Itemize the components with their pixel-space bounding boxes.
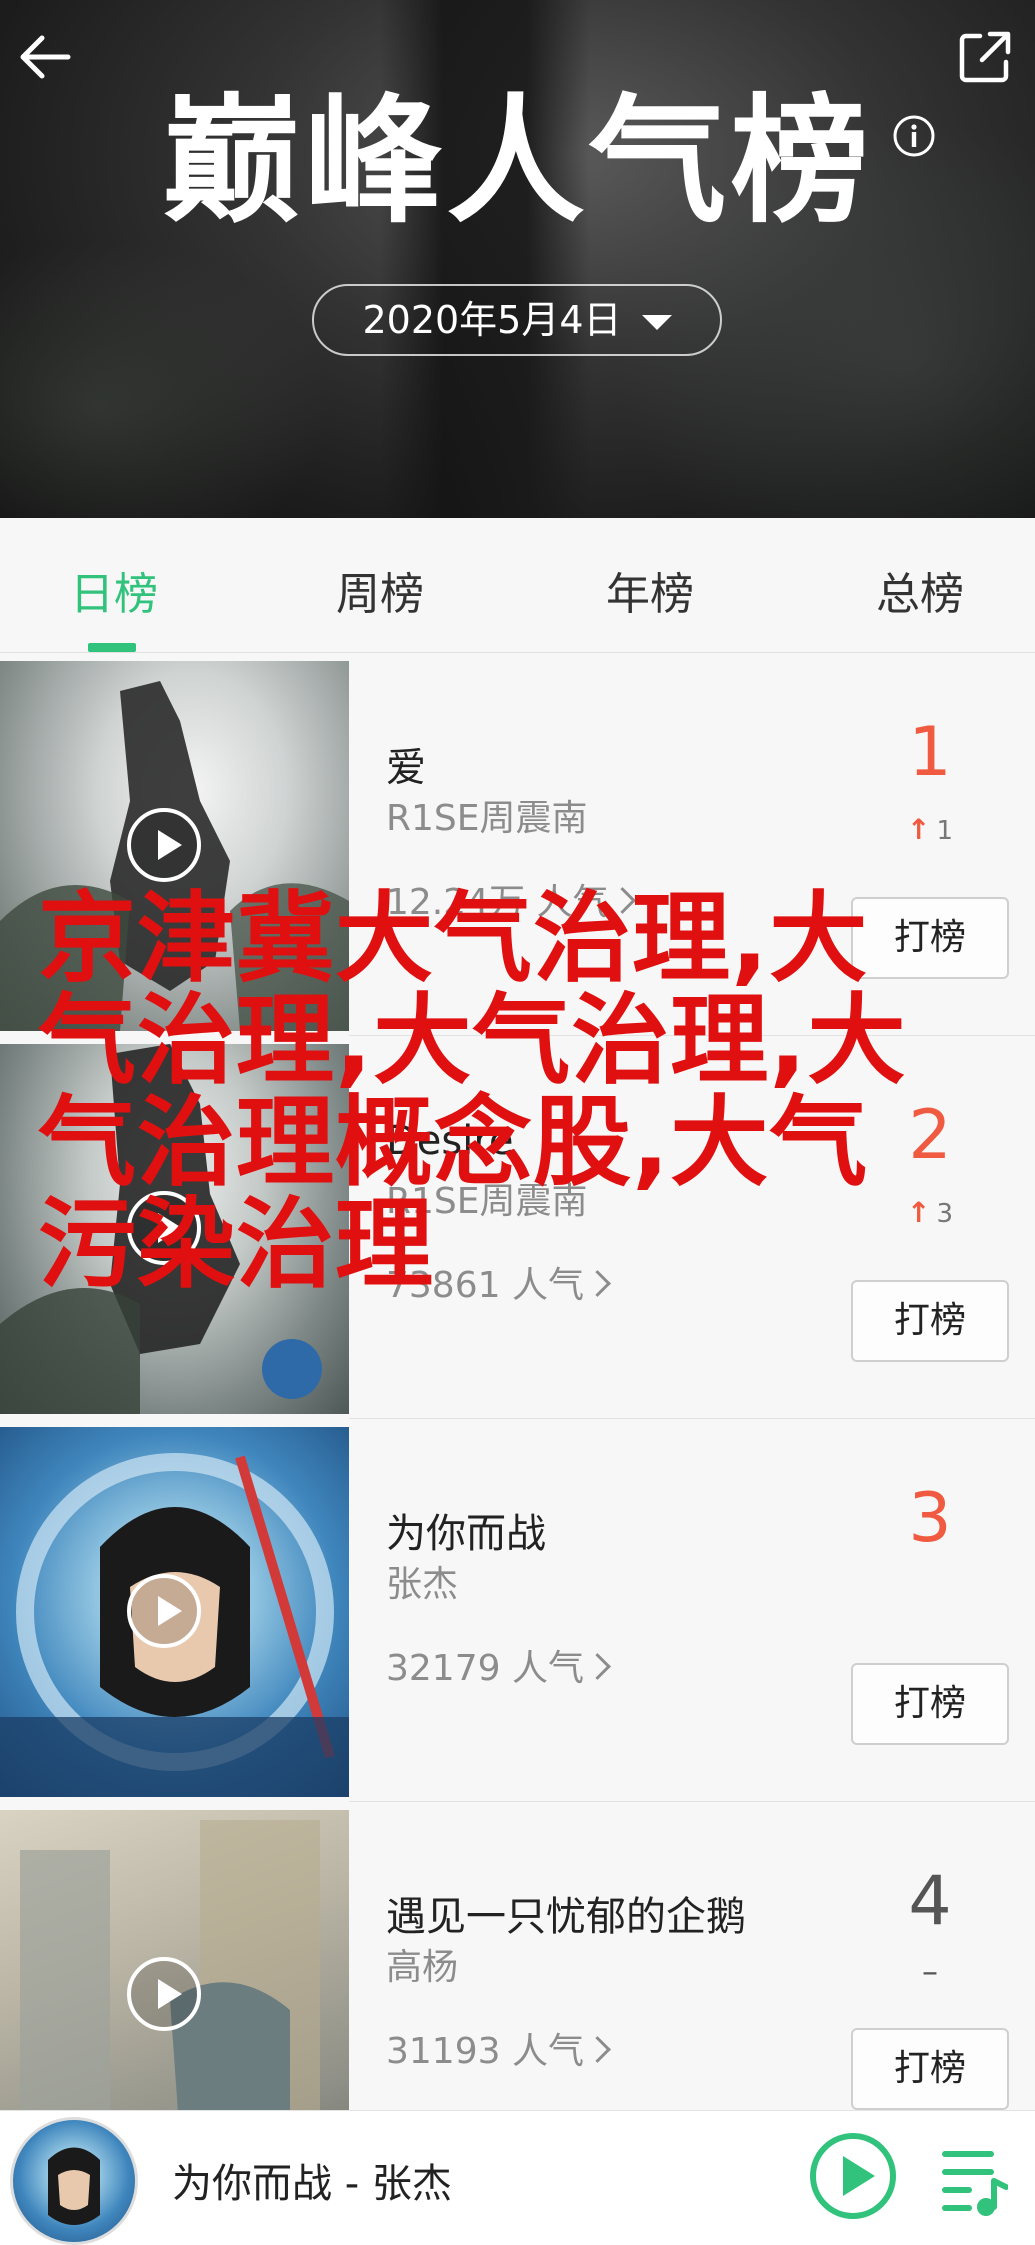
song-title[interactable]: Desire [386, 1118, 514, 1164]
song-title[interactable]: 为你而战 [386, 1501, 546, 1559]
vote-button[interactable]: 打榜 [851, 897, 1009, 979]
mini-player: 为你而战 - 张杰 [0, 2110, 1035, 2245]
now-playing-cover[interactable] [10, 2117, 138, 2245]
play-icon[interactable] [127, 1957, 201, 2031]
chevron-right-icon [608, 886, 636, 914]
list-item[interactable]: Desire R1SE周震南 73861 人气 2 ↑ 3 打榜 [0, 1036, 1035, 1419]
song-popularity[interactable]: 12.24万 人气 [386, 873, 636, 925]
song-artist[interactable]: 张杰 [386, 1555, 458, 1607]
chevron-right-icon [584, 2035, 611, 2063]
page-title: 巅峰人气榜 [162, 81, 873, 242]
rank-number: 2 [908, 1096, 952, 1175]
album-cover[interactable] [0, 661, 349, 1031]
song-popularity[interactable]: 31193 人气 [386, 2022, 611, 2074]
vote-button[interactable]: 打榜 [851, 2028, 1009, 2110]
song-artist[interactable]: 高杨 [386, 1938, 458, 1990]
tab-weekly[interactable]: 周榜 [336, 558, 424, 622]
play-icon[interactable] [127, 1574, 201, 1648]
album-cover[interactable] [0, 1044, 349, 1414]
popularity-value: 31193 人气 [386, 2031, 584, 2072]
play-circle-icon[interactable] [810, 2133, 896, 2219]
rank-change: – [922, 1952, 938, 1990]
chart-header: 巅峰人气榜 2020年5月4日 [0, 0, 1035, 518]
song-popularity[interactable]: 32179 人气 [386, 1639, 611, 1691]
active-tab-indicator [88, 643, 136, 652]
arrow-up-icon: ↑ [906, 1196, 931, 1229]
rank-change: ↑ 3 [880, 1196, 980, 1229]
chart-tabs: 日榜 周榜 年榜 总榜 [0, 518, 1035, 653]
arrow-up-icon: ↑ [906, 813, 931, 846]
song-artist[interactable]: R1SE周震南 [386, 1172, 588, 1224]
rank-number: 3 [908, 1479, 952, 1558]
playlist-icon[interactable] [938, 2139, 1008, 2217]
rank-change: ↑ 1 [880, 813, 980, 846]
rank-change-value: 3 [936, 1199, 953, 1229]
rank-number: 1 [908, 713, 952, 792]
now-playing-title[interactable]: 为你而战 - 张杰 [172, 2151, 452, 2209]
date-label: 2020年5月4日 [362, 298, 622, 342]
rank-number: 4 [908, 1862, 952, 1941]
tab-daily[interactable]: 日榜 [70, 558, 158, 622]
popularity-value: 73861 人气 [386, 1265, 584, 1306]
play-icon[interactable] [127, 1191, 201, 1265]
tab-yearly[interactable]: 年榜 [606, 558, 694, 622]
song-artist[interactable]: R1SE周震南 [386, 789, 588, 841]
header-background-foliage-left [0, 240, 330, 518]
popularity-value: 32179 人气 [386, 1648, 584, 1689]
tab-all-time[interactable]: 总榜 [876, 558, 964, 622]
album-cover[interactable] [0, 1427, 349, 1797]
chevron-right-icon [584, 1269, 611, 1297]
popularity-value: 12.24万 人气 [386, 882, 609, 923]
rank-change-value: 1 [936, 816, 953, 846]
play-icon[interactable] [127, 808, 201, 882]
info-icon[interactable] [892, 114, 936, 158]
song-popularity[interactable]: 73861 人气 [386, 1256, 611, 1308]
vote-button[interactable]: 打榜 [851, 1663, 1009, 1745]
caret-down-icon [641, 315, 672, 330]
list-item[interactable]: 爱 R1SE周震南 12.24万 人气 1 ↑ 1 打榜 [0, 653, 1035, 1036]
song-title[interactable]: 遇见一只忧郁的企鹅 [386, 1884, 746, 1942]
song-title[interactable]: 爱 [386, 735, 426, 793]
date-selector[interactable]: 2020年5月4日 [312, 284, 722, 356]
vote-button[interactable]: 打榜 [851, 1280, 1009, 1362]
chevron-right-icon [584, 1652, 611, 1680]
list-item[interactable]: 为你而战 张杰 32179 人气 3 打榜 [0, 1419, 1035, 1802]
